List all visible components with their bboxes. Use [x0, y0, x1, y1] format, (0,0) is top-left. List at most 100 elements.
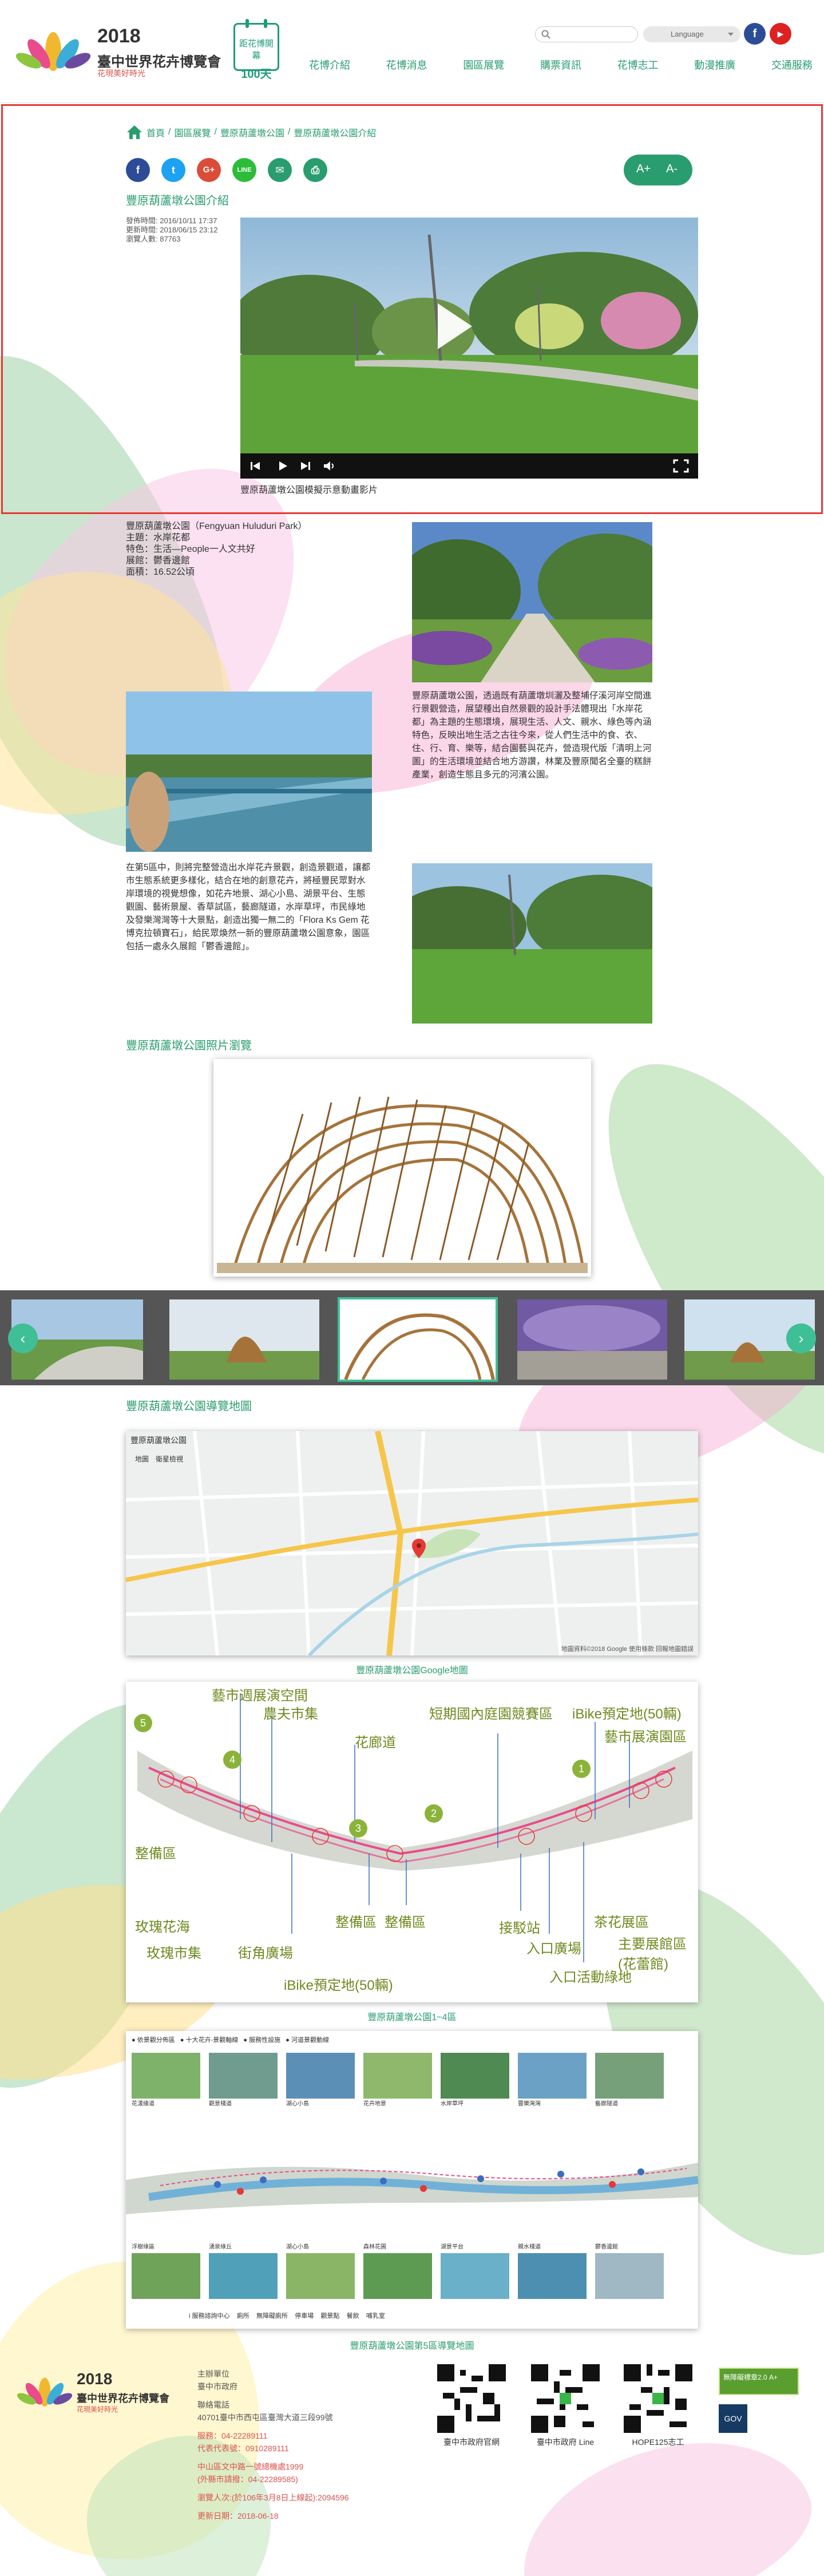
zone5-description: 在第5區中，則將完整營造出水岸花卉景觀，創造景觀道，讓都市生態系統更多樣化，結合… [126, 863, 371, 951]
map-section-title: 豐原葫蘆墩公園導覽地圖 [126, 1400, 252, 1413]
park-info: 豐原葫蘆墩公園（Fengyuan Huluduri Park） 主題：水岸花都 … [126, 521, 307, 578]
zone-number: 3 [349, 1819, 367, 1838]
line-share-icon[interactable]: LINE [232, 158, 256, 182]
zone5-guide-map[interactable]: ● 依景觀分佈區 ● 十大花卉-景觀軸線 ● 服務性設施 ● 河道景觀動線 花漾… [126, 2031, 698, 2329]
publish-time: 發佈時間: 2016/10/11 17:37 [126, 216, 217, 225]
twitter-share-icon[interactable]: t [161, 158, 185, 182]
gallery-thumbnail[interactable] [169, 1299, 319, 1380]
fullscreen-icon[interactable] [673, 459, 689, 473]
zone-label: 整備區 [335, 1915, 377, 1930]
zone5-photo [209, 2253, 278, 2299]
gallery-title: 豐原葫蘆墩公園照片瀏覽 [126, 1040, 252, 1052]
footer-info-line: 臺中市政府 [197, 2382, 237, 2391]
main-nav: 花博介紹 花博消息 園區展覽 購票資訊 花博志工 動漫推廣 交通服務 [309, 57, 813, 74]
nav-item-transport[interactable]: 交通服務 [771, 57, 813, 74]
volume-icon[interactable] [323, 460, 336, 472]
qr-code-icon[interactable] [531, 2364, 600, 2433]
email-share-icon[interactable]: ✉ [268, 158, 292, 182]
language-label: Language [671, 30, 704, 38]
qr-code-icon[interactable] [437, 2364, 506, 2433]
accessibility-badge[interactable]: 無障礙標章2.0 A+ [719, 2368, 799, 2395]
countdown-label: 距花博開幕 [239, 39, 274, 61]
footer-logo[interactable]: 2018 臺中世界花卉博覽會 花現美好時光 [17, 2370, 189, 2416]
search-input[interactable] [554, 29, 634, 39]
map-embed-title: 豐原葫蘆墩公園 [130, 1436, 187, 1445]
zone5-photo [132, 2053, 200, 2099]
play-icon[interactable] [277, 460, 288, 472]
site-footer: 2018 臺中世界花卉博覽會 花現美好時光 主辦單位 臺中市政府 聯絡電話 40… [0, 2347, 824, 2576]
qr-caption: 臺中市政府 Line [536, 2437, 595, 2447]
footer-logo-name: 臺中世界花卉博覽會 [77, 2393, 169, 2404]
legend-item: ● 服務性設施 [243, 2037, 281, 2044]
language-select[interactable]: Language [643, 26, 740, 42]
zone5-place-name: 森林花圃 [363, 2244, 386, 2250]
video-frame [240, 218, 698, 453]
breadcrumb-current[interactable]: 豐原葫蘆墩公園介紹 [294, 125, 376, 139]
gallery-prev-button[interactable]: ‹ [8, 1323, 38, 1353]
zone5-bottom-legend: i 服務諮詢中心 廁所 無障礙廁所 停車場 觀景點 餐飲 哺乳室 [189, 2313, 385, 2320]
gallery-next-button[interactable]: › [786, 1323, 816, 1353]
zone5-photo [286, 2253, 355, 2299]
footer-info-line: 40701臺中市西屯區臺灣大道三段99號 [197, 2413, 333, 2422]
site-logo[interactable]: 2018 臺中世界花卉博覽會 花現美好時光 [16, 23, 256, 78]
nav-item-park-exhibits[interactable]: 園區展覽 [463, 57, 504, 74]
countdown-calendar: 距花博開幕 100天 [233, 19, 279, 81]
map-pin-icon[interactable] [412, 1539, 426, 1558]
skip-back-icon[interactable] [249, 460, 261, 472]
nav-item-expo-news[interactable]: 花博消息 [386, 57, 427, 74]
font-decrease-button[interactable]: A- [666, 163, 678, 176]
search-box[interactable] [535, 26, 638, 42]
zone5-place-name: 浮樹綠區 [132, 2244, 154, 2250]
update-time: 更新時間: 2018/06/15 23:12 [126, 226, 218, 234]
nav-item-animation[interactable]: 動漫推廣 [694, 57, 735, 74]
breadcrumb-home[interactable]: 首頁 [146, 125, 165, 139]
breadcrumb-park[interactable]: 豐原葫蘆墩公園 [220, 125, 284, 139]
facebook-share-icon[interactable]: f [126, 158, 150, 182]
video-caption: 豐原葫蘆墩公園模擬示意動畫影片 [240, 485, 378, 495]
search-icon[interactable] [541, 30, 550, 39]
page-title: 豐原葫蘆墩公園介紹 [126, 195, 229, 207]
zone5-place-name: 湧泉綠丘 [209, 2244, 232, 2250]
zone5-place-name: 鬱香邊館 [595, 2244, 618, 2250]
google-map-embed[interactable]: 豐原葫蘆墩公園 地圖 衛星檢視 地圖資料©2018 Google 使用條款 回報… [126, 1431, 698, 1656]
zone5-place-name: 水岸草坪 [441, 2101, 464, 2107]
breadcrumb-exhibits[interactable]: 園區展覽 [174, 125, 211, 139]
nav-item-expo-intro[interactable]: 花博介紹 [309, 57, 350, 74]
skip-forward-icon[interactable] [300, 460, 311, 472]
zone-diagram[interactable]: 藝市週展演空間 農夫市集 花廊道 短期國內庭園競賽區 iBike預定地(50輛)… [126, 1682, 698, 2002]
logo-subtitle: 花現美好時光 [97, 69, 145, 78]
zone5-photo [595, 2253, 664, 2299]
nav-item-volunteers[interactable]: 花博志工 [617, 57, 659, 74]
map-tab-map[interactable]: 地圖 [135, 1454, 149, 1464]
footer-info-line: 中山區文中路一號總機處1999 [197, 2462, 304, 2471]
video-player[interactable] [240, 218, 698, 479]
google-plus-share-icon[interactable]: G+ [197, 158, 221, 182]
youtube-icon[interactable]: ▶ [770, 23, 791, 45]
gov-badge[interactable]: GOV [719, 2404, 747, 2433]
footer-logo-year: 2018 [77, 2370, 113, 2388]
breadcrumb-separator: / [168, 127, 171, 137]
zone-label: 農夫市集 [263, 1706, 318, 1722]
logo-year: 2018 [97, 25, 141, 47]
legend-item: 停車場 [295, 2313, 314, 2320]
facebook-icon[interactable]: f [744, 23, 766, 45]
gallery-thumbnail[interactable] [517, 1299, 667, 1380]
legend-item: i 服務諮詢中心 [189, 2313, 230, 2320]
zone-label: 主要展館區(花蕾館) [618, 1937, 687, 1972]
nav-item-tickets[interactable]: 購票資訊 [540, 57, 581, 74]
zone-label: 接駁站 [499, 1921, 540, 1936]
qr-caption: HOPE125志工 [632, 2437, 684, 2447]
font-increase-button[interactable]: A+ [636, 163, 651, 176]
qr-code-icon[interactable] [624, 2364, 692, 2433]
zone-label: 整備區 [135, 1846, 176, 1862]
post-meta: 發佈時間: 2016/10/11 17:37 更新時間: 2018/06/15 … [126, 216, 217, 244]
zone-number: 5 [134, 1714, 152, 1732]
gallery-main-image[interactable] [213, 1059, 591, 1277]
zone-number: 4 [223, 1751, 241, 1769]
map-tab-satellite[interactable]: 衛星檢視 [156, 1454, 183, 1464]
footer-info-line: 服務：04-22289111 [197, 2431, 268, 2440]
gallery-thumbnail-active[interactable] [338, 1297, 498, 1382]
zone5-place-name: 湖心小島 [286, 2244, 309, 2250]
home-icon[interactable] [126, 124, 143, 140]
print-icon[interactable]: ⎙ [303, 158, 327, 182]
